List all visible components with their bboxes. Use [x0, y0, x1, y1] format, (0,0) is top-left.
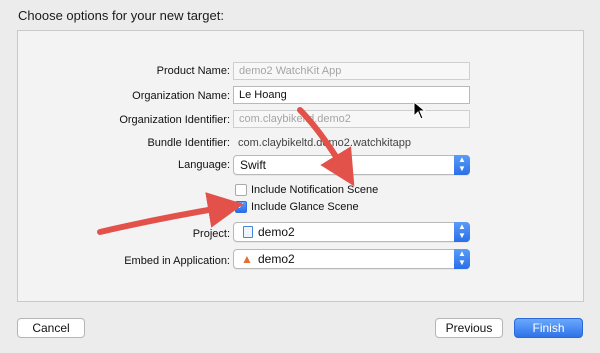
cancel-button[interactable]: Cancel	[17, 318, 85, 338]
project-document-icon	[243, 226, 253, 238]
mouse-pointer-icon	[413, 101, 427, 120]
bundle-identifier-label: Bundle Identifier:	[147, 137, 230, 149]
embed-in-application-value: demo2	[258, 252, 295, 266]
organization-identifier-field: com.claybikeltd.demo2	[233, 110, 470, 128]
checkmark-icon: ✓	[236, 201, 246, 212]
bundle-identifier-value: com.claybikeltd.demo2.watchkitapp	[238, 137, 412, 149]
embed-in-application-popup[interactable]: ▲ demo2 ▲ ▼	[233, 249, 470, 269]
project-label: Project:	[192, 228, 230, 240]
dialog-title: Choose options for your new target:	[18, 8, 224, 23]
product-name-label: Product Name:	[156, 65, 230, 77]
include-glance-scene-label: Include Glance Scene	[251, 201, 359, 213]
project-popup[interactable]: demo2 ▲ ▼	[233, 222, 470, 242]
organization-name-field[interactable]: Le Hoang	[233, 86, 470, 104]
language-label: Language:	[178, 159, 230, 171]
project-value: demo2	[258, 225, 295, 239]
previous-button[interactable]: Previous	[435, 318, 503, 338]
up-down-stepper-icon: ▲ ▼	[454, 222, 470, 242]
app-icon: ▲	[241, 252, 253, 266]
include-notification-scene-checkbox[interactable]	[235, 184, 247, 196]
up-down-stepper-icon: ▲ ▼	[454, 249, 470, 269]
embed-in-application-label: Embed in Application:	[124, 255, 230, 267]
language-value: Swift	[240, 158, 267, 172]
product-name-field: demo2 WatchKit App	[233, 62, 470, 80]
include-notification-scene-label: Include Notification Scene	[251, 184, 379, 196]
finish-button[interactable]: Finish	[514, 318, 583, 338]
up-down-stepper-icon: ▲ ▼	[454, 155, 470, 175]
language-popup[interactable]: Swift ▲ ▼	[233, 155, 470, 175]
organization-name-label: Organization Name:	[132, 90, 230, 102]
organization-identifier-label: Organization Identifier:	[119, 114, 230, 126]
include-glance-scene-checkbox[interactable]: ✓	[235, 201, 247, 213]
